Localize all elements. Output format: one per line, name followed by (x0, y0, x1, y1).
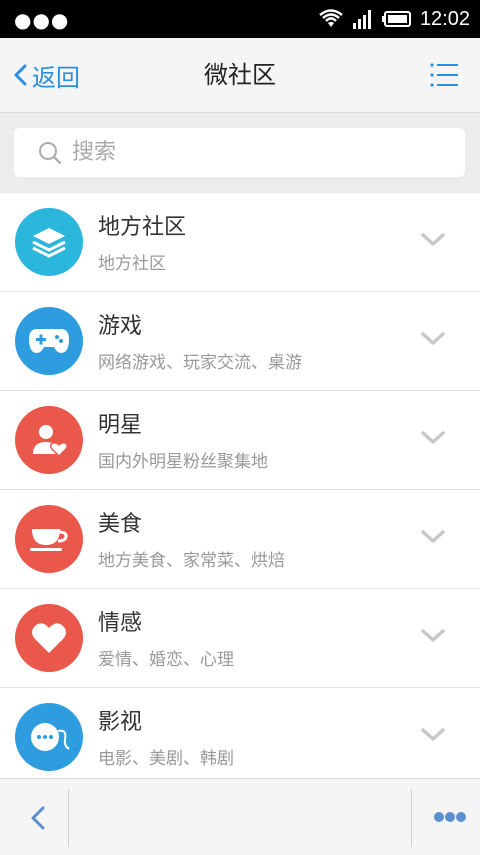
search-area (0, 113, 480, 193)
category-list: 地方社区 地方社区 游戏 网络游戏、玩家交流、桌游 明星 国内外明星粉丝聚集地 … (0, 193, 480, 787)
more-dots-icon (434, 812, 466, 822)
item-subtitle: 国内外明星粉丝聚集地 (98, 452, 268, 472)
divider (411, 789, 412, 847)
chevron-left-icon (31, 806, 45, 830)
item-subtitle: 爱情、婚恋、心理 (98, 650, 234, 670)
list-item-games[interactable]: 游戏 网络游戏、玩家交流、桌游 (0, 292, 480, 391)
bottom-bar (0, 778, 480, 855)
status-time: 12:02 (419, 7, 470, 30)
chevron-down-icon (421, 629, 445, 642)
search-icon (39, 141, 62, 164)
cup-icon (15, 505, 83, 573)
chevron-down-icon (421, 233, 445, 246)
back-label: 返回 (32, 63, 80, 92)
item-title: 美食 (98, 512, 143, 537)
list-item-film-tv[interactable]: 影视 电影、美剧、韩剧 (0, 688, 480, 787)
chevron-down-icon (421, 431, 445, 444)
more-button[interactable] (434, 807, 466, 827)
chat-bubble-icon (15, 703, 83, 771)
list-menu-icon (430, 63, 458, 87)
list-item-emotions[interactable]: 情感 爱情、婚恋、心理 (0, 589, 480, 688)
heart-icon (15, 604, 83, 672)
status-icons: 12:02 (318, 0, 470, 38)
item-title: 情感 (98, 611, 143, 636)
item-subtitle: 地方美食、家常菜、烘焙 (98, 551, 285, 571)
bottom-back-button[interactable] (24, 803, 54, 833)
layers-icon (15, 208, 83, 276)
item-title: 游戏 (98, 314, 143, 339)
back-button[interactable]: 返回 (12, 56, 80, 94)
menu-dots-icon: ●●● (14, 8, 70, 32)
item-subtitle: 网络游戏、玩家交流、桌游 (98, 353, 302, 373)
item-title: 影视 (98, 710, 143, 735)
person-heart-icon (15, 406, 83, 474)
item-title: 地方社区 (98, 215, 187, 240)
list-item-local-community[interactable]: 地方社区 地方社区 (0, 193, 480, 292)
search-box[interactable] (14, 128, 465, 177)
battery-icon (381, 11, 411, 27)
item-subtitle: 地方社区 (98, 254, 166, 274)
chevron-down-icon (421, 332, 445, 345)
nav-bar: 返回 微社区 (0, 38, 480, 113)
list-item-celebrities[interactable]: 明星 国内外明星粉丝聚集地 (0, 391, 480, 490)
list-item-food[interactable]: 美食 地方美食、家常菜、烘焙 (0, 490, 480, 589)
signal-icon (352, 10, 371, 29)
chevron-down-icon (421, 530, 445, 543)
chevron-down-icon (421, 728, 445, 741)
search-input[interactable] (70, 139, 434, 166)
item-title: 明星 (98, 413, 143, 438)
menu-button[interactable] (430, 60, 460, 90)
divider (68, 789, 69, 847)
status-bar: ●●● 12:02 (0, 0, 480, 38)
gamepad-icon (15, 307, 83, 375)
wifi-icon (319, 9, 343, 27)
item-subtitle: 电影、美剧、韩剧 (98, 749, 234, 769)
chevron-left-icon (14, 64, 27, 86)
